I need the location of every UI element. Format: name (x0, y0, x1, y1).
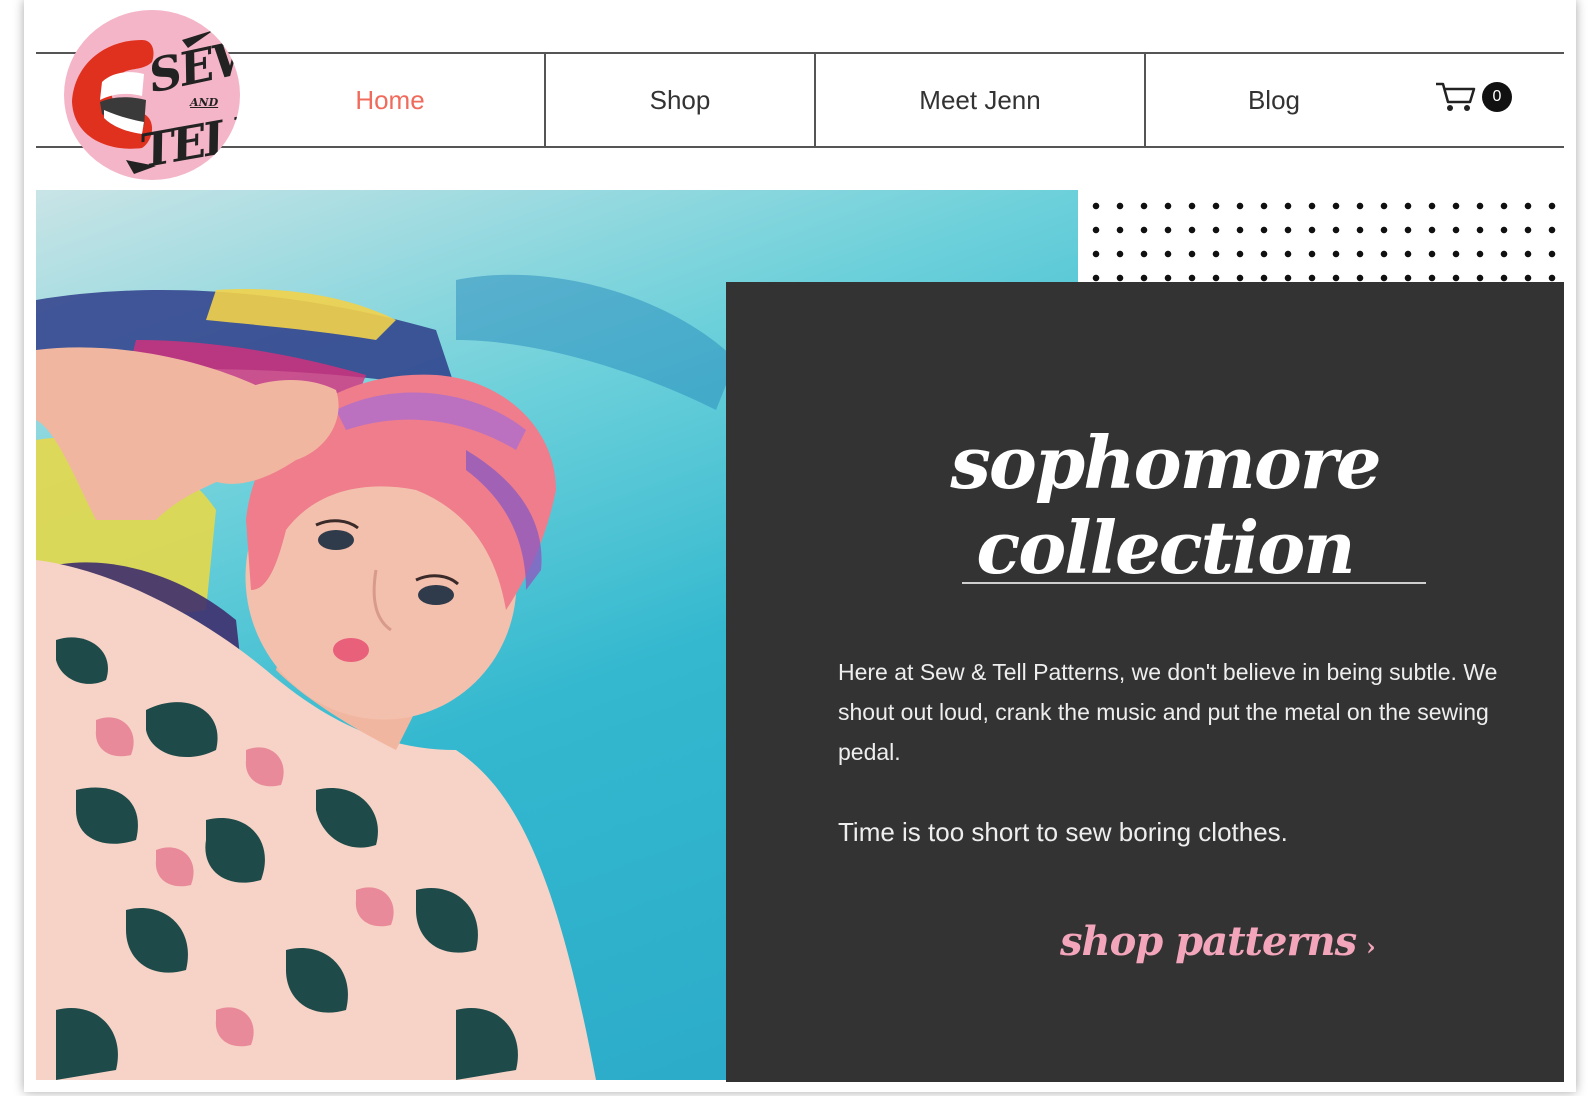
chevron-right-icon: › (1366, 932, 1376, 961)
main-nav: Home Shop Meet Jenn Blog 0 (36, 54, 1564, 146)
collection-title: sophomore collection (950, 420, 1381, 590)
nav-shop[interactable]: Shop (546, 54, 814, 146)
tagline-paragraph: Time is too short to sew boring clothes. (838, 817, 1288, 847)
nav-home[interactable]: Home (236, 54, 544, 146)
intro-paragraph: Here at Sew & Tell Patterns, we don't be… (838, 659, 1498, 765)
shop-patterns-link[interactable]: shop patterns › (1060, 918, 1376, 965)
cart-count-badge: 0 (1482, 82, 1512, 112)
shop-patterns-label: shop patterns (1060, 918, 1357, 965)
cart-icon (1436, 82, 1476, 111)
title-divider (962, 582, 1426, 584)
sew-and-tell-logo[interactable]: SEW AND TELL (64, 10, 240, 180)
site-header: Home Shop Meet Jenn Blog 0 (36, 52, 1564, 148)
hero-content-panel: sophomore collection Here at Sew & Tell … (726, 282, 1564, 1082)
nav-meet-jenn[interactable]: Meet Jenn (816, 54, 1144, 146)
nav-blog[interactable]: Blog (1146, 54, 1402, 146)
page-frame: Home Shop Meet Jenn Blog 0 SEW AND TELL … (24, 0, 1576, 1092)
logo-text-and: AND (190, 96, 219, 109)
cart-button[interactable]: 0 (1434, 78, 1514, 118)
polka-dot-pattern (1078, 190, 1564, 286)
